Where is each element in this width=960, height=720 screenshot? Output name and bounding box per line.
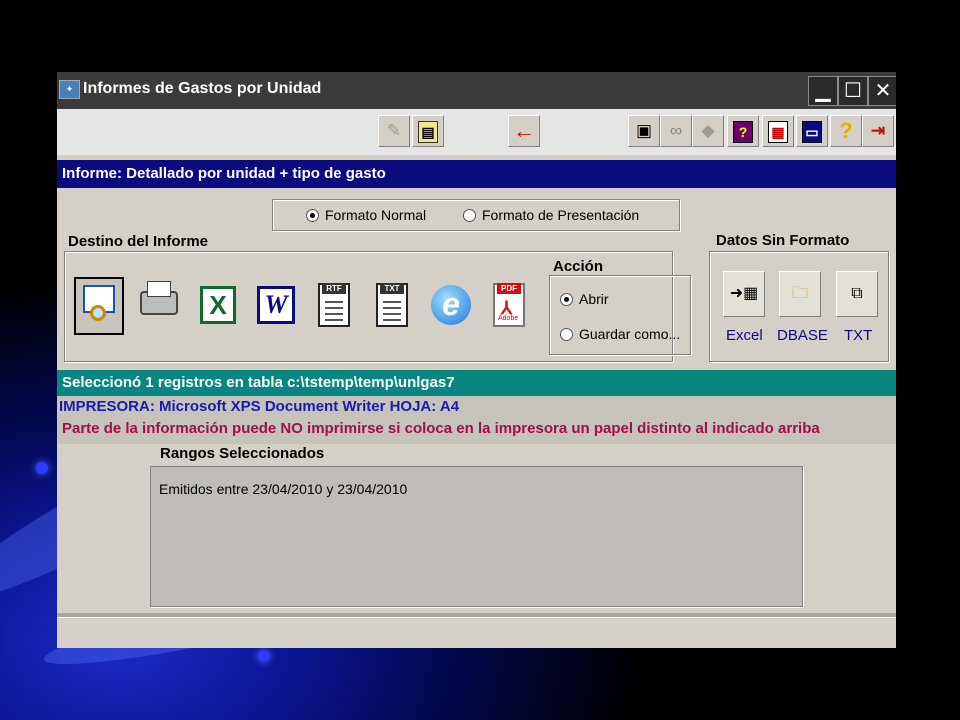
word-destination-button[interactable]: W <box>251 277 301 335</box>
selected-ranges-box: Emitidos entre 23/04/2010 y 23/04/2010 <box>150 466 803 607</box>
exit-icon[interactable]: ⇥ <box>862 115 894 147</box>
format-presentation-label: Formato de Presentación <box>482 207 640 223</box>
close-icon[interactable]: ✕ <box>868 76 896 106</box>
txt-tag: TXT <box>380 283 404 294</box>
printer-info-area: IMPRESORA: Microsoft XPS Document Writer… <box>57 396 896 444</box>
minimize-icon[interactable]: ▁ <box>808 76 838 106</box>
magnifier-icon <box>90 305 106 321</box>
format-presentation-radio[interactable] <box>463 208 476 222</box>
printer-info-text: IMPRESORA: Microsoft XPS Document Writer… <box>59 398 460 415</box>
help-icon[interactable]: ? <box>830 115 862 147</box>
help-question-icon[interactable]: ? <box>727 115 759 147</box>
title-bar: ✦ Informes de Gastos por Unidad ▁ ☐ ✕ <box>57 72 896 109</box>
word-icon: W <box>257 286 295 324</box>
export-grid-icon: ➜▦ <box>729 285 759 302</box>
rtf-destination-button[interactable]: RTF <box>309 277 359 335</box>
search-binoculars-icon[interactable]: ∞ <box>660 115 692 147</box>
rtf-tag: RTF <box>322 283 346 294</box>
pdf-tag: PDF <box>497 283 521 294</box>
format-normal-label: Formato Normal <box>325 207 427 223</box>
printer-paper-icon <box>147 281 171 297</box>
internet-explorer-icon: e <box>431 285 471 325</box>
selected-ranges-heading: Rangos Seleccionados <box>158 445 327 462</box>
raw-dbase-button[interactable]: 🗀 <box>779 271 821 317</box>
maximize-icon[interactable]: ☐ <box>838 76 868 106</box>
window-title: Informes de Gastos por Unidad <box>83 80 322 97</box>
background-dot <box>258 650 270 662</box>
calculator-icon[interactable]: ▭ <box>796 115 828 147</box>
raw-data-heading: Datos Sin Formato <box>716 232 850 249</box>
calendar-icon[interactable]: ▦ <box>762 115 794 147</box>
report-type-bar: Informe: Detallado por unidad + tipo de … <box>57 160 896 188</box>
action-save-radio[interactable] <box>560 327 573 341</box>
pdf-icon: PDF ⅄ Adobe <box>493 283 525 327</box>
excel-destination-button[interactable]: X <box>193 277 243 335</box>
action-open-radio[interactable] <box>560 292 573 306</box>
action-open-label: Abrir <box>579 291 609 307</box>
rtf-icon: RTF <box>318 283 350 327</box>
folder-icon: 🗀 <box>791 285 808 302</box>
raw-txt-button[interactable]: ⧉ <box>836 271 878 317</box>
format-presentation-option[interactable]: Formato de Presentación <box>463 207 639 223</box>
report-window: ✦ Informes de Gastos por Unidad ▁ ☐ ✕ ✎ … <box>57 72 896 648</box>
disabled-edit-icon: ✎ <box>378 115 410 147</box>
app-icon: ✦ <box>59 80 80 99</box>
destination-heading: Destino del Informe <box>68 233 209 250</box>
format-normal-radio[interactable] <box>306 208 319 222</box>
raw-dbase-label[interactable]: DBASE <box>777 327 828 344</box>
raw-txt-label[interactable]: TXT <box>844 327 872 344</box>
action-heading: Acción <box>553 258 604 275</box>
raw-excel-button[interactable]: ➜▦ <box>723 271 765 317</box>
back-arrow-icon[interactable]: ← <box>508 115 540 147</box>
background-dot <box>36 462 48 474</box>
selected-ranges-text: Emitidos entre 23/04/2010 y 23/04/2010 <box>159 481 408 497</box>
copy-pages-icon: ⧉ <box>851 285 863 302</box>
bottom-separator <box>57 613 896 618</box>
print-icon[interactable]: ▤ <box>412 115 444 147</box>
pdf-destination-button[interactable]: PDF ⅄ Adobe <box>484 277 534 335</box>
raw-excel-label[interactable]: Excel <box>726 327 763 344</box>
preview-destination-button[interactable] <box>74 277 124 335</box>
selection-status-bar: Seleccionó 1 registros en tabla c:\tstem… <box>57 370 896 396</box>
txt-icon: TXT <box>376 283 408 327</box>
action-group <box>549 275 691 355</box>
format-normal-option[interactable]: Formato Normal <box>306 207 426 223</box>
action-open-option[interactable]: Abrir <box>560 291 609 307</box>
internet-destination-button[interactable]: e <box>426 277 476 335</box>
export-icon[interactable]: ▣ <box>628 115 660 147</box>
adobe-label: Adobe <box>498 315 519 322</box>
format-radio-group: Formato Normal Formato de Presentación <box>272 199 680 231</box>
excel-icon: X <box>200 286 236 324</box>
toolbar: ✎ ▤ ← ▣ ∞ ◆ ? ▦ ▭ ? ⇥ <box>57 109 896 155</box>
txt-destination-button[interactable]: TXT <box>367 277 417 335</box>
paper-warning-text: Parte de la información puede NO imprimi… <box>62 420 820 437</box>
disabled-icon: ◆ <box>692 115 724 147</box>
printer-destination-button[interactable] <box>134 277 184 335</box>
action-save-option[interactable]: Guardar como... <box>560 326 680 342</box>
action-save-label: Guardar como... <box>579 326 681 342</box>
